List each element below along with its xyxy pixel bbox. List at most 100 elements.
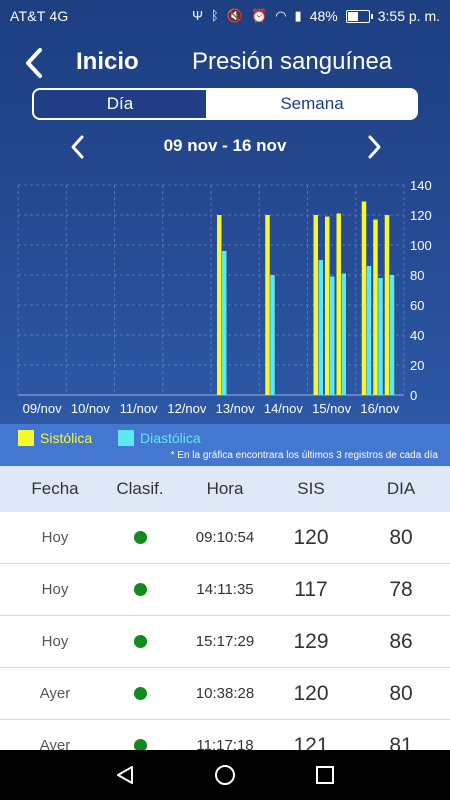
nav-home-button[interactable]	[195, 750, 255, 800]
bar-diastolic	[318, 260, 323, 395]
legend-label-systolic: Sistólica	[40, 430, 93, 446]
battery-icon	[345, 9, 373, 23]
x-tick-label: 09/nov	[23, 401, 63, 416]
chart-note: * En la gráfica encontrara los últimos 3…	[170, 450, 438, 461]
row-sis: 129	[293, 629, 329, 653]
x-tick-label: 15/nov	[312, 401, 352, 416]
status-icons: Ψ ᛒ 🔇 ⏰ ◠ ▮ 48% 3:55 p. m.	[192, 8, 440, 24]
header-sis: SIS	[297, 479, 325, 498]
row-date: Ayer	[39, 685, 71, 702]
header-class: Clasif.	[116, 479, 164, 498]
legend-swatch-diastolic	[118, 430, 134, 446]
y-tick-label: 140	[410, 178, 432, 193]
legend-systolic: Sistólica	[18, 430, 92, 446]
table-row[interactable]: Hoy 09:10:54 120 80	[0, 512, 450, 564]
bar-diastolic	[270, 275, 275, 395]
next-period-button[interactable]	[362, 134, 386, 160]
bar-diastolic	[389, 275, 395, 395]
tab-day[interactable]: Día	[34, 90, 208, 118]
table-row[interactable]: Ayer 10:38:28 120 80	[0, 668, 450, 720]
clock: 3:55 p. m.	[377, 8, 440, 24]
x-tick-label: 12/nov	[167, 401, 207, 416]
y-tick-label: 60	[410, 298, 424, 313]
chevron-right-icon	[368, 135, 381, 159]
row-dia: 80	[389, 525, 413, 549]
bluetooth-icon: ᛒ	[211, 8, 219, 23]
row-date: Hoy	[41, 581, 69, 598]
bar-systolic	[217, 215, 222, 395]
legend-swatch-systolic	[18, 430, 34, 446]
status-ok-icon	[133, 635, 147, 648]
row-date: Hoy	[41, 633, 69, 650]
back-button[interactable]	[18, 44, 54, 82]
bar-diastolic	[222, 251, 227, 395]
bar-systolic	[313, 215, 318, 395]
x-tick-label: 16/nov	[360, 401, 400, 416]
status-ok-icon	[133, 739, 147, 750]
bar-systolic	[336, 213, 341, 395]
usb-icon: Ψ	[192, 8, 204, 23]
status-bar: AT&T 4G Ψ ᛒ 🔇 ⏰ ◠ ▮ 48% 3:55 p. m.	[0, 0, 450, 32]
table-header: Fecha Clasif. Hora SIS DIA	[0, 466, 450, 512]
row-dia: 86	[389, 629, 413, 653]
period-tabs: Día Semana	[32, 88, 418, 120]
row-time: 10:38:28	[195, 685, 255, 702]
nav-back-button[interactable]	[95, 750, 155, 800]
row-sis: 121	[293, 733, 329, 751]
row-date: Hoy	[41, 529, 69, 546]
row-sis: 120	[293, 681, 329, 705]
bar-systolic	[361, 201, 367, 395]
mute-icon: 🔇	[226, 8, 244, 23]
header-dia: DIA	[386, 479, 416, 498]
battery-percent: 48%	[309, 8, 338, 24]
legend-diastolic: Diastólica	[118, 430, 201, 446]
row-date: Ayer	[39, 737, 71, 750]
table-row[interactable]: Ayer 11:17:18 121 81	[0, 720, 450, 750]
nav-recents-button[interactable]	[295, 750, 355, 800]
row-sis: 117	[294, 577, 328, 601]
chevron-left-icon	[26, 48, 42, 78]
tab-week[interactable]: Semana	[208, 90, 416, 118]
prev-period-button[interactable]	[66, 134, 90, 160]
x-tick-label: 14/nov	[264, 401, 304, 416]
alarm-icon: ⏰	[251, 8, 268, 23]
home-link[interactable]: Inicio	[76, 48, 139, 76]
bar-diastolic	[341, 273, 346, 395]
blood-pressure-chart: 0 20 40 60 80 100 120 140 09/nov 10/nov 11/nov 12/n…	[0, 175, 450, 425]
triangle-back-icon	[117, 766, 133, 784]
bar-systolic	[265, 215, 270, 395]
chevron-left-icon	[71, 135, 84, 159]
readings-list[interactable]: Hoy 09:10:54 120 80 Hoy 14:11:35 117 78 …	[0, 512, 450, 750]
bar-diastolic	[366, 266, 372, 395]
row-sis: 120	[293, 525, 329, 549]
row-dia: 78	[389, 577, 413, 601]
table-row[interactable]: Hoy 14:11:35 117 78	[0, 564, 450, 616]
y-tick-label: 40	[410, 328, 424, 343]
y-tick-label: 0	[410, 388, 417, 403]
row-class	[100, 720, 180, 750]
chart-svg: 0 20 40 60 80 100 120 140 09/nov 10/nov 11/nov 12/n…	[17, 178, 432, 416]
status-ok-icon	[133, 687, 147, 700]
date-range-label: 09 nov - 16 nov	[163, 136, 287, 155]
row-time: 11:17:18	[196, 737, 254, 750]
row-class	[100, 512, 180, 563]
bar-diastolic	[330, 276, 335, 395]
status-ok-icon	[133, 531, 147, 544]
bar-diastolic	[378, 278, 383, 395]
x-tick-label: 10/nov	[71, 401, 111, 416]
status-ok-icon	[133, 583, 147, 596]
bar-systolic	[325, 216, 330, 395]
signal-icon: ▮	[294, 8, 302, 23]
carrier-label: AT&T 4G	[10, 8, 69, 24]
legend-label-diastolic: Diastólica	[140, 430, 201, 446]
y-tick-label: 20	[410, 358, 424, 373]
y-tick-label: 80	[410, 268, 424, 283]
y-tick-label: 120	[410, 208, 432, 223]
header-time: Hora	[206, 479, 244, 498]
square-recents-icon	[316, 766, 334, 784]
table-row[interactable]: Hoy 15:17:29 129 86	[0, 616, 450, 668]
bar-systolic	[373, 219, 378, 395]
row-class	[100, 616, 180, 667]
chart-legend: Sistólica Diastólica * En la gráfica enc…	[0, 424, 450, 466]
system-nav-bar	[0, 750, 450, 800]
